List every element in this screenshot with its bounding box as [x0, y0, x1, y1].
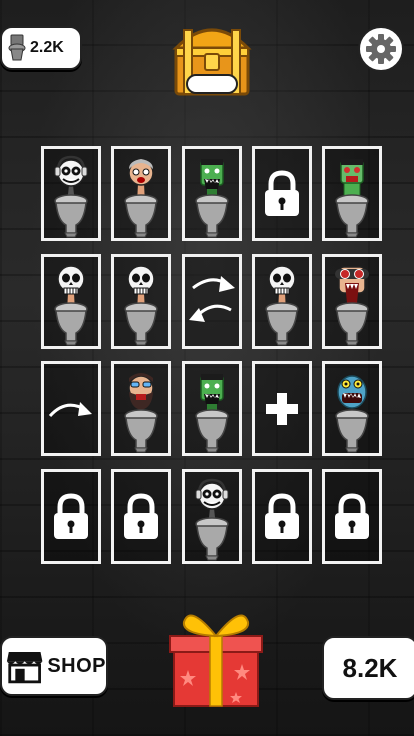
gear-icon: [366, 34, 396, 64]
padlock-icon: [265, 169, 299, 216]
swap-arrows-icon: [189, 275, 235, 322]
gift-box-icon[interactable]: [166, 600, 266, 710]
grid-slot-toilet-scientist[interactable]: [111, 146, 171, 241]
toilet-skull-icon: [265, 264, 299, 345]
plus-icon: [266, 392, 298, 425]
toilet-currency-icon: [8, 34, 26, 61]
grid-slot-swap-arrows: [182, 254, 242, 349]
padlock-icon: [124, 492, 158, 539]
padlock-icon: [335, 492, 369, 539]
grid-slot-toilet-headphones[interactable]: [182, 469, 242, 564]
toilet-green-monster-icon: [195, 158, 229, 237]
toilet-red-eyes-icon: [335, 265, 369, 345]
toilet-scientist-icon: [124, 158, 158, 237]
grid-slot-toilet-green-monster[interactable]: [182, 146, 242, 241]
padlock-icon: [54, 492, 88, 539]
grid-slot-toilet-skull[interactable]: [41, 254, 101, 349]
grid-slot-toilet-skull[interactable]: [252, 254, 312, 349]
total-coins-display: 8.2K: [322, 636, 414, 700]
settings-button[interactable]: [358, 26, 404, 72]
shop-label: SHOP: [47, 654, 106, 677]
grid-slot-locked[interactable]: [322, 469, 382, 564]
grid-slot-toilet-headphones[interactable]: [41, 146, 101, 241]
toilet-bearded-icon: [124, 372, 158, 452]
grid-slot-toilet-red-eyes[interactable]: [322, 254, 382, 349]
total-coins-value: 8.2K: [342, 652, 398, 683]
grid-slot-locked[interactable]: [252, 146, 312, 241]
padlock-icon: [265, 492, 299, 539]
chest-progress-bar: [186, 74, 238, 94]
grid-slot-toilet-bearded[interactable]: [111, 361, 171, 456]
toilet-skull-icon: [124, 264, 158, 345]
coin-counter: 2.2K: [0, 26, 82, 70]
shop-button[interactable]: SHOP: [0, 636, 108, 696]
grid-slot-toilet-green-monster[interactable]: [182, 361, 242, 456]
grid-slot-toilet-skull[interactable]: [111, 254, 171, 349]
curved-arrow-icon: [48, 401, 92, 417]
toilet-green-zombie-icon: [335, 158, 369, 237]
grid-slot-toilet-green-zombie[interactable]: [322, 146, 382, 241]
toilet-headphones-icon: [195, 478, 229, 560]
coin-count: 2.2K: [30, 39, 64, 56]
grid-slot-locked[interactable]: [252, 469, 312, 564]
toilet-green-monster-icon: [195, 373, 229, 452]
toilet-headphones-icon: [54, 155, 88, 237]
grid-slot-arrow: [41, 361, 101, 456]
toilet-skull-icon: [54, 264, 88, 345]
grid-slot-locked[interactable]: [111, 469, 171, 564]
toilet-blue-monster-icon: [335, 374, 369, 452]
shop-icon: [6, 652, 43, 684]
grid-slot-locked[interactable]: [41, 469, 101, 564]
grid-slot-plus[interactable]: [252, 361, 312, 456]
grid-slot-toilet-blue-monster[interactable]: [322, 361, 382, 456]
